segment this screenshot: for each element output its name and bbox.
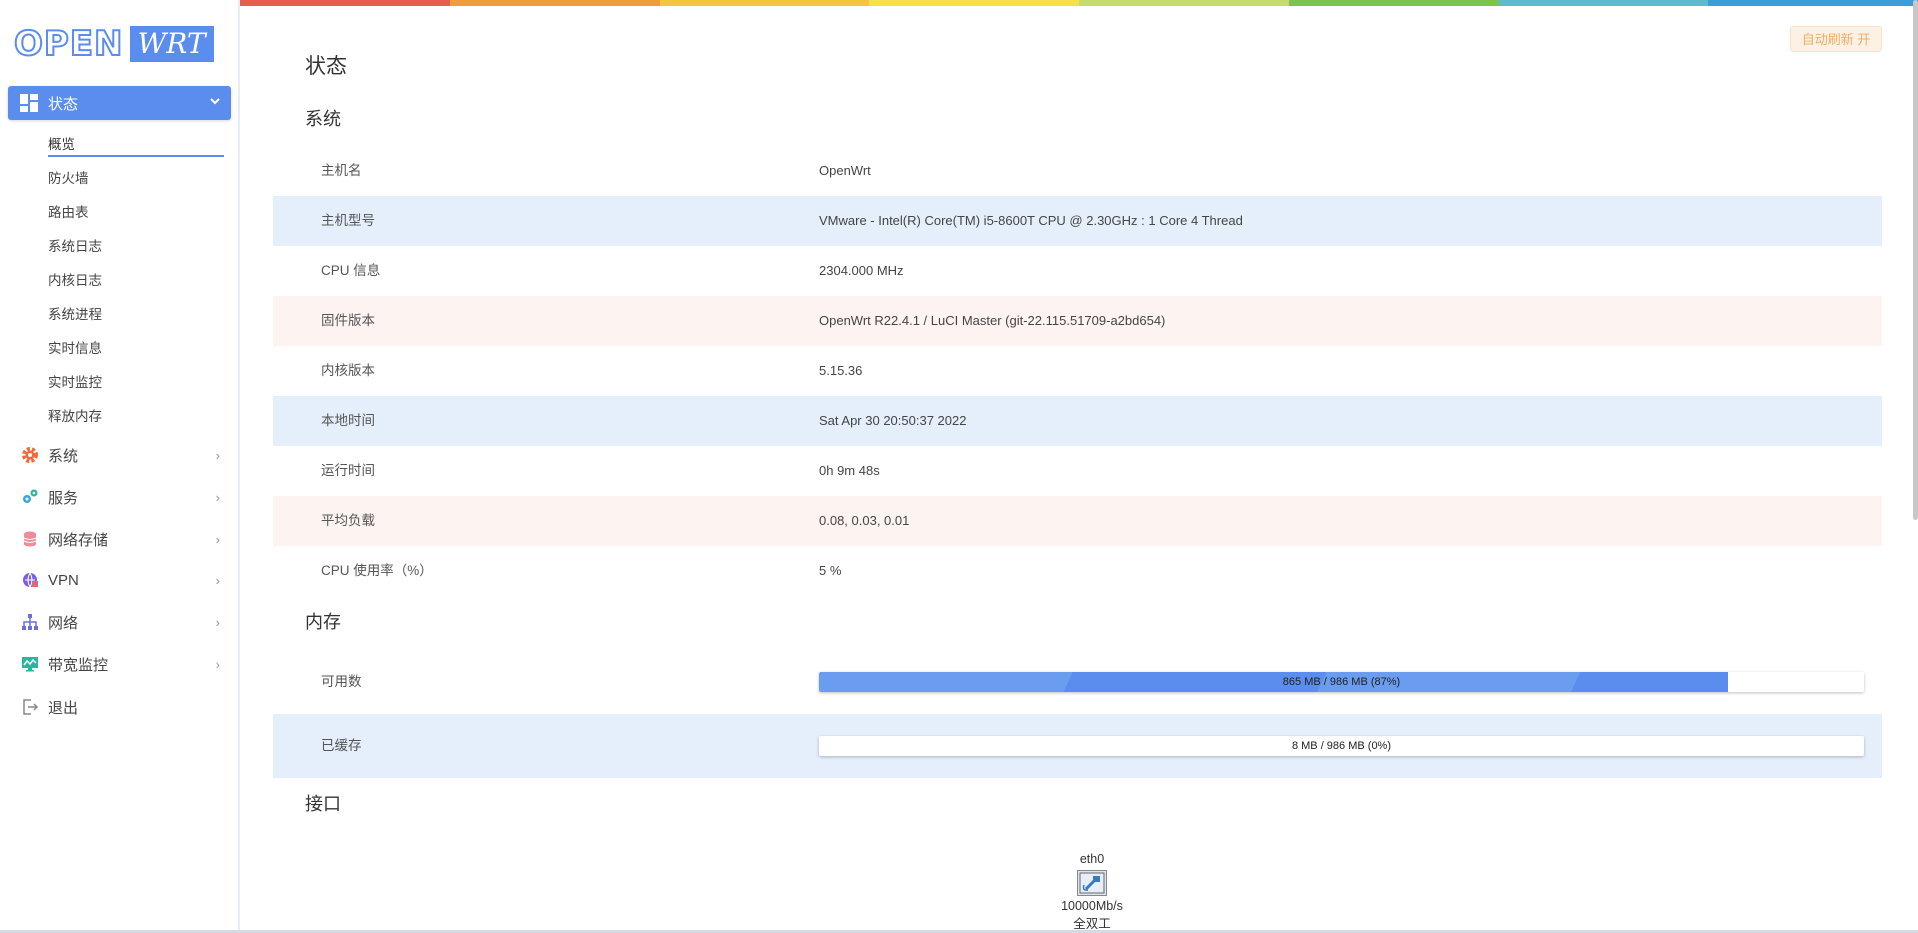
menu-system-label: 系统 <box>48 447 79 465</box>
progress-text: 865 MB / 986 MB (87%) <box>1282 676 1401 688</box>
menu-system[interactable]: 系统 › <box>20 443 224 467</box>
menu-storage-label: 网络存储 <box>48 531 109 549</box>
interface-speed: 10000Mb/s <box>1061 899 1123 913</box>
table-row: 已缓存 8 MB / 986 MB (0%) <box>273 714 1882 778</box>
bandwidth-monitor-icon <box>20 654 40 674</box>
table-row: CPU 信息 2304.000 MHz <box>273 246 1882 296</box>
submenu-overview[interactable]: 概览 <box>48 133 75 153</box>
table-row: 本地时间 Sat Apr 30 20:50:37 2022 <box>273 396 1882 446</box>
table-row: 内核版本 5.15.36 <box>273 346 1882 396</box>
submenu-kernel-log[interactable]: 内核日志 <box>48 269 102 289</box>
menu-storage[interactable]: 网络存储 › <box>20 527 224 551</box>
menu-status-label: 状态 <box>48 95 79 113</box>
submenu-routes[interactable]: 路由表 <box>48 201 89 221</box>
row-label: 主机型号 <box>321 213 375 228</box>
menu-status[interactable]: 状态 <box>8 86 231 120</box>
row-value: 0h 9m 48s <box>819 463 880 478</box>
chevron-right-icon: › <box>215 656 220 672</box>
submenu-processes[interactable]: 系统进程 <box>48 303 102 323</box>
services-icon <box>20 487 40 507</box>
chevron-right-icon: › <box>215 572 220 588</box>
row-label: CPU 使用率（%） <box>321 563 433 578</box>
menu-network[interactable]: 网络 › <box>20 610 224 634</box>
row-label: 运行时间 <box>321 463 375 478</box>
menu-logout-label: 退出 <box>48 699 79 717</box>
system-heading: 系统 <box>305 109 341 129</box>
row-label: 主机名 <box>321 163 362 178</box>
scrollbar[interactable] <box>1913 0 1918 520</box>
row-value: 5 % <box>819 563 842 578</box>
memory-heading: 内存 <box>305 612 341 632</box>
row-value: OpenWrt <box>819 163 871 178</box>
chevron-right-icon: › <box>215 614 220 630</box>
table-row: 运行时间 0h 9m 48s <box>273 446 1882 496</box>
network-icon <box>20 612 40 632</box>
menu-network-label: 网络 <box>48 614 79 632</box>
menu-services-label: 服务 <box>48 489 79 507</box>
vpn-icon <box>20 570 40 590</box>
table-row: 主机名 OpenWrt <box>273 146 1882 196</box>
row-label: 已缓存 <box>321 738 362 753</box>
menu-bandwidth-label: 带宽监控 <box>48 656 109 674</box>
table-row: 可用数 865 MB / 986 MB (87%) <box>273 650 1882 714</box>
row-value: Sat Apr 30 20:50:37 2022 <box>819 413 967 428</box>
row-value: 5.15.36 <box>819 363 863 378</box>
table-row: 平均负载 0.08, 0.03, 0.01 <box>273 496 1882 546</box>
interface-eth0[interactable]: eth0 10000Mb/s 全双工 <box>1052 852 1132 932</box>
openwrt-logo[interactable]: OPEN WRT <box>13 23 214 65</box>
row-label: 平均负载 <box>321 513 375 528</box>
logout-icon <box>20 697 40 717</box>
menu-vpn-label: VPN <box>48 571 79 589</box>
submenu-realtime-info[interactable]: 实时信息 <box>48 337 102 357</box>
logo-wrt-text: WRT <box>129 26 214 62</box>
row-value: 0.08, 0.03, 0.01 <box>819 513 910 528</box>
logo-open-text: OPEN <box>13 23 124 65</box>
row-value: VMware - Intel(R) Core(TM) i5-8600T CPU … <box>819 213 1243 228</box>
dashboard-icon <box>20 94 38 112</box>
table-row: CPU 使用率（%） 5 % <box>273 546 1882 596</box>
sidebar: OPEN WRT 状态 概览 防火墙 路由表 系统日志 内核日志 系统进程 实时… <box>0 0 240 933</box>
chevron-down-icon <box>209 94 221 110</box>
submenu-firewall[interactable]: 防火墙 <box>48 167 89 187</box>
row-label: 本地时间 <box>321 413 375 428</box>
memory-cached-progress-bar: 8 MB / 986 MB (0%) <box>819 736 1864 756</box>
row-label: 固件版本 <box>321 313 375 328</box>
interface-name: eth0 <box>1079 852 1105 866</box>
row-value: 2304.000 MHz <box>819 263 904 278</box>
auto-refresh-button[interactable]: 自动刷新 开 <box>1790 26 1882 52</box>
menu-bandwidth-monitor[interactable]: 带宽监控 › <box>20 652 224 676</box>
chevron-right-icon: › <box>215 447 220 463</box>
table-row: 主机型号 VMware - Intel(R) Core(TM) i5-8600T… <box>273 196 1882 246</box>
menu-logout[interactable]: 退出 <box>20 695 224 719</box>
gear-icon <box>20 445 40 465</box>
chevron-right-icon: › <box>215 531 220 547</box>
menu-vpn[interactable]: VPN › <box>20 568 224 592</box>
interfaces-heading: 接口 <box>305 794 341 814</box>
ethernet-port-icon <box>1077 870 1107 896</box>
storage-icon <box>20 529 40 549</box>
row-label: CPU 信息 <box>321 263 381 278</box>
submenu-free-memory[interactable]: 释放内存 <box>48 405 102 425</box>
rainbow-header-bar <box>240 0 1918 6</box>
menu-services[interactable]: 服务 › <box>20 485 224 509</box>
page-title: 状态 <box>305 55 347 78</box>
progress-text: 8 MB / 986 MB (0%) <box>1291 740 1392 752</box>
row-value: OpenWrt R22.4.1 / LuCI Master (git-22.11… <box>819 313 1166 328</box>
row-label: 内核版本 <box>321 363 375 378</box>
memory-available-progress-bar: 865 MB / 986 MB (87%) <box>819 672 1864 692</box>
submenu-system-log[interactable]: 系统日志 <box>48 235 102 255</box>
chevron-right-icon: › <box>215 489 220 505</box>
row-label: 可用数 <box>321 674 362 689</box>
table-row: 固件版本 OpenWrt R22.4.1 / LuCI Master (git-… <box>273 296 1882 346</box>
active-submenu-underline <box>48 155 224 157</box>
submenu-realtime-monitor[interactable]: 实时监控 <box>48 371 102 391</box>
